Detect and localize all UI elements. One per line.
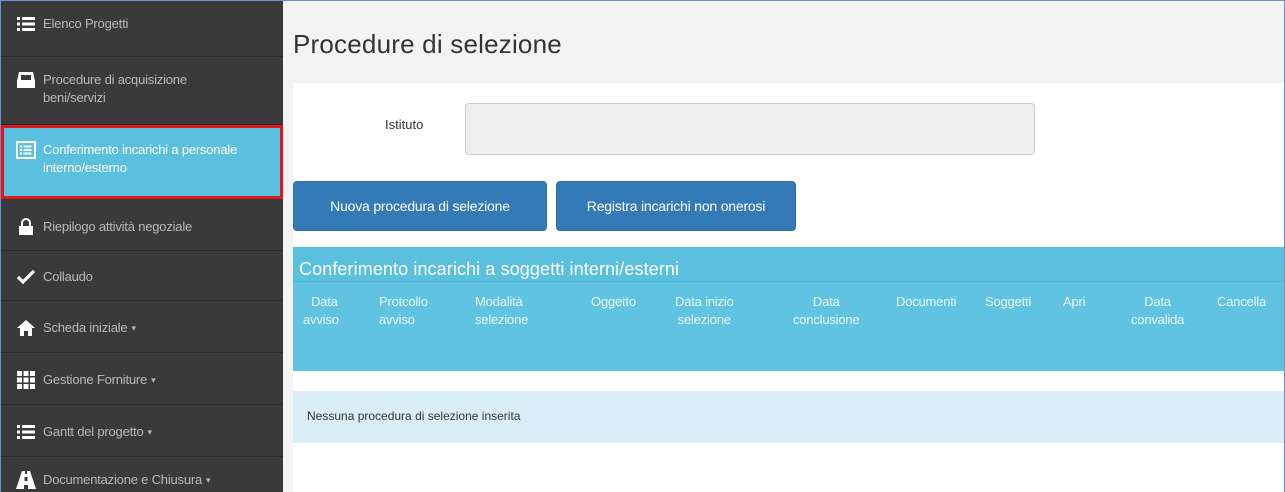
sidebar-item-label: Elenco Progetti xyxy=(43,16,129,31)
list-icon xyxy=(15,15,37,33)
list-icon xyxy=(15,423,37,441)
grid-icon xyxy=(15,371,37,389)
sidebar-item-label: Conferimento incarichi a personale inter… xyxy=(43,142,238,175)
column-header: Documenti xyxy=(896,294,957,309)
column-header: Modalità selezione xyxy=(475,294,529,327)
sidebar-item-collaudo[interactable]: Collaudo xyxy=(1,251,283,301)
lock-icon xyxy=(15,218,37,236)
chevron-down-icon: ▾ xyxy=(147,427,153,437)
sidebar-item-gantt[interactable]: Gantt del progetto ▾ xyxy=(1,405,283,457)
home-icon xyxy=(15,319,37,337)
table-panel-header: Conferimento incarichi a soggetti intern… xyxy=(293,247,1284,371)
sidebar-item-label: Riepilogo attività negoziale xyxy=(43,219,193,234)
main-content: Procedure di selezione Istituto Nuova pr… xyxy=(283,1,1284,492)
road-icon xyxy=(15,471,37,489)
sidebar-item-gestione-forniture[interactable]: Gestione Forniture ▾ xyxy=(1,353,283,405)
sidebar-item-label: Procedure di acquisizione beni/servizi xyxy=(43,72,187,105)
column-header: Data inizio selezione xyxy=(675,294,734,327)
sidebar: Elenco Progetti Procedure di acquisizion… xyxy=(1,1,283,492)
form-panel: Istituto Nuova procedura di selezione Re… xyxy=(293,83,1284,492)
new-procedure-button[interactable]: Nuova procedura di selezione xyxy=(293,181,547,231)
column-header: Data avviso xyxy=(303,294,339,327)
inbox-icon xyxy=(15,71,37,89)
check-icon xyxy=(15,268,37,286)
list-alt-icon xyxy=(15,141,37,159)
sidebar-item-label: Scheda iniziale xyxy=(43,320,128,335)
istituto-field[interactable] xyxy=(465,103,1035,155)
istituto-label: Istituto xyxy=(385,117,424,132)
table-title: Conferimento incarichi a soggetti intern… xyxy=(299,259,680,279)
column-header: Data convalida xyxy=(1131,294,1185,327)
sidebar-item-procedure-acquisizione[interactable]: Procedure di acquisizione beni/servizi xyxy=(1,57,283,125)
column-header: Cancella xyxy=(1217,294,1266,309)
chevron-down-icon: ▾ xyxy=(206,475,211,485)
chevron-down-icon: ▾ xyxy=(151,375,156,385)
column-header: Soggetti xyxy=(985,294,1032,309)
sidebar-item-riepilogo[interactable]: Riepilogo attività negoziale xyxy=(1,199,283,251)
sidebar-item-label: Documentazione e Chiusura xyxy=(43,472,203,487)
column-header: Oggetto xyxy=(591,294,636,309)
table-header-row: Data avviso Protcollo avviso Modalità selez… xyxy=(293,281,1284,371)
chevron-down-icon: ▾ xyxy=(131,323,136,333)
table-spacer xyxy=(293,371,1284,391)
sidebar-item-conferimento-incarichi[interactable]: Conferimento incarichi a personale inter… xyxy=(1,125,283,199)
column-header: Protcollo avviso xyxy=(379,294,428,327)
column-header: Apri xyxy=(1063,294,1086,309)
column-header: Data conclusione xyxy=(793,294,860,327)
sidebar-item-label: Gantt del progetto xyxy=(43,424,144,439)
sidebar-item-documentazione[interactable]: Documentazione e Chiusura ▾ xyxy=(1,457,283,492)
sidebar-item-elenco-progetti[interactable]: Elenco Progetti xyxy=(1,1,283,57)
register-non-onerous-button[interactable]: Registra incarichi non onerosi xyxy=(556,181,796,231)
sidebar-item-scheda-iniziale[interactable]: Scheda iniziale ▾ xyxy=(1,301,283,353)
empty-table-message: Nessuna procedura di selezione inserita xyxy=(293,391,1284,443)
sidebar-item-label: Collaudo xyxy=(43,269,93,284)
sidebar-item-label: Gestione Forniture xyxy=(43,372,148,387)
page-title: Procedure di selezione xyxy=(293,29,562,59)
